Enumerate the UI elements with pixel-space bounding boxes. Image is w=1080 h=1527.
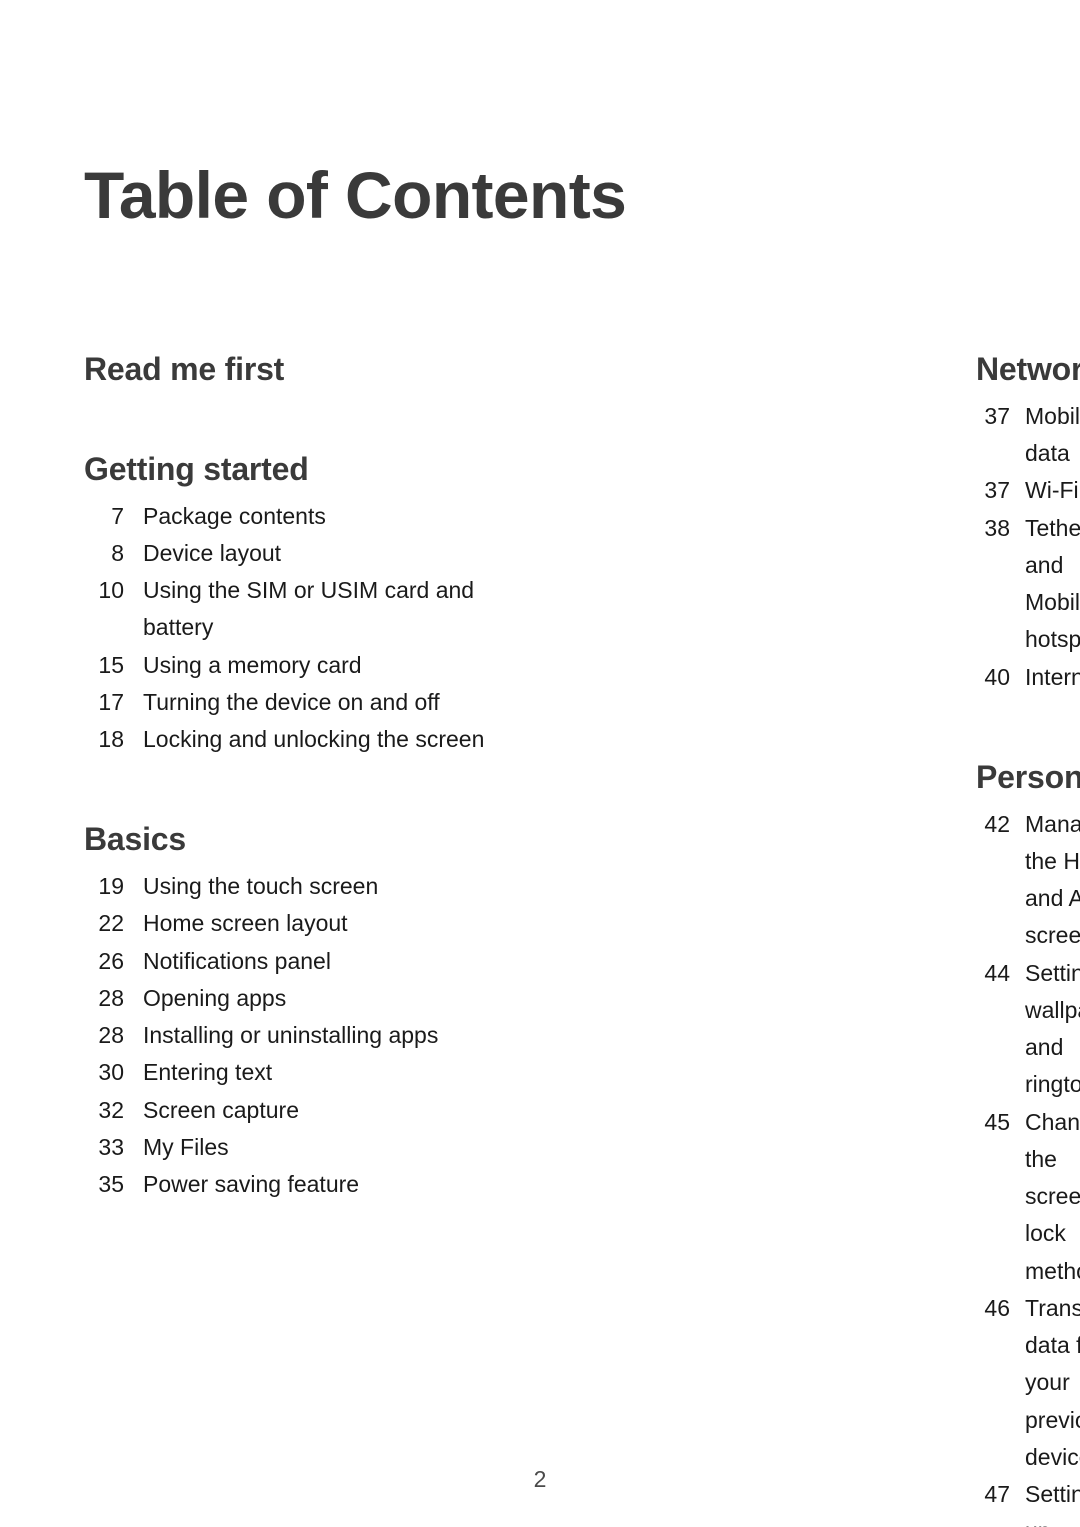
- toc-entry-page-number: 45: [984, 1108, 1010, 1135]
- toc-entry-page-number: 42: [984, 810, 1010, 837]
- toc-section-heading: Personalising: [976, 758, 1080, 795]
- toc-entry[interactable]: 26 Notifications panel: [84, 943, 495, 980]
- toc-entry-title: Home screen layout: [143, 910, 348, 937]
- toc-entry-page-number: 17: [98, 688, 124, 715]
- toc-entry-title: My Files: [143, 1133, 229, 1160]
- toc-columns: Read me first Getting started 7 Package con…: [0, 351, 1080, 1527]
- toc-entry-title: Opening apps: [143, 984, 287, 1011]
- toc-entry-page-number: 19: [98, 873, 124, 900]
- toc-entry-page-number: 35: [98, 1171, 124, 1198]
- toc-entry-page-number: 22: [98, 910, 124, 937]
- toc-section: Network connectivity 37 Mobile data 37 Wi-Fi…: [976, 351, 1080, 696]
- toc-entry[interactable]: 10 Using the SIM or USIM card and battery: [84, 572, 495, 647]
- toc-entry-title: Using the SIM or USIM card and battery: [143, 577, 475, 641]
- toc-entry-title: Notifications panel: [143, 947, 331, 974]
- toc-entry-list: 42 Managing the Home and Apps screens 44 Se…: [976, 806, 1080, 1527]
- toc-entry-page-number: 33: [98, 1133, 124, 1160]
- toc-entry-page-number: 46: [984, 1294, 1010, 1321]
- toc-entry-title: Device layout: [143, 539, 282, 566]
- toc-entry-title: Wi-Fi: [1025, 477, 1079, 504]
- toc-page: Table of Contents Read me first Getting s…: [0, 0, 1080, 1527]
- toc-section: Read me first: [84, 351, 495, 388]
- toc-entry[interactable]: 30 Entering text: [84, 1054, 495, 1091]
- toc-entry-page-number: 37: [984, 477, 1010, 504]
- toc-entry[interactable]: 44 Setting wallpaper and ringtones: [976, 955, 1080, 1104]
- toc-entry-title: Turning the device on and off: [143, 688, 440, 715]
- toc-entry-page-number: 15: [98, 651, 124, 678]
- toc-entry[interactable]: 38 Tethering and Mobile hotspot: [976, 510, 1080, 659]
- toc-section-heading: Network connectivity: [976, 351, 1080, 387]
- toc-section: Basics 19 Using the touch screen 22 Home scr…: [84, 822, 495, 1203]
- toc-entry-page-number: 40: [984, 663, 1010, 690]
- toc-column-left: Read me first Getting started 7 Package con…: [0, 351, 495, 1203]
- page-title: Table of Contents: [84, 158, 627, 233]
- toc-section: Getting started 7 Package contents 8 Device …: [84, 450, 495, 759]
- toc-entry-page-number: 44: [984, 959, 1010, 986]
- toc-entry-page-number: 28: [98, 1022, 124, 1049]
- toc-entry-title: Tethering and Mobile hotspot: [1025, 514, 1080, 653]
- toc-entry[interactable]: 46 Transferring data from your previous d…: [976, 1290, 1080, 1476]
- toc-entry[interactable]: 28 Opening apps: [84, 980, 495, 1017]
- toc-entry-title: Installing or uninstalling apps: [143, 1022, 439, 1049]
- toc-entry[interactable]: 19 Using the touch screen: [84, 868, 495, 905]
- toc-entry-title: Entering text: [143, 1059, 273, 1086]
- toc-entry-title: Locking and unlocking the screen: [143, 726, 485, 753]
- toc-section: Personalising 42 Managing the Home and App…: [976, 758, 1080, 1527]
- toc-entry-title: Changing the screen lock method: [1025, 1108, 1080, 1284]
- toc-section-heading: Read me first: [84, 351, 285, 387]
- toc-entry[interactable]: 35 Power saving feature: [84, 1166, 495, 1203]
- toc-entry[interactable]: 17 Turning the device on and off: [84, 684, 495, 721]
- toc-entry[interactable]: 40 Internet: [976, 659, 1080, 696]
- toc-entry-page-number: 18: [98, 726, 124, 753]
- toc-entry-title: Screen capture: [143, 1096, 299, 1123]
- toc-entry-list: 7 Package contents 8 Device layout 10 Using t…: [84, 498, 495, 759]
- toc-entry[interactable]: 33 My Files: [84, 1129, 495, 1166]
- toc-entry[interactable]: 15 Using a memory card: [84, 647, 495, 684]
- toc-entry-title: Package contents: [143, 502, 326, 529]
- toc-entry-title: Managing the Home and Apps screens: [1025, 810, 1080, 949]
- toc-entry-title: Setting wallpaper and ringtones: [1025, 959, 1080, 1098]
- toc-entry-page-number: 10: [98, 577, 124, 604]
- toc-entry-page-number: 7: [111, 502, 124, 529]
- toc-entry-page-number: 8: [111, 539, 124, 566]
- toc-entry-list: 19 Using the touch screen 22 Home screen la…: [84, 868, 495, 1203]
- toc-entry-title: Mobile data: [1025, 402, 1080, 467]
- toc-column-right: Network connectivity 37 Mobile data 37 Wi-Fi…: [495, 351, 1080, 1527]
- toc-entry-page-number: 26: [98, 947, 124, 974]
- toc-entry[interactable]: 37 Mobile data: [976, 398, 1080, 473]
- toc-entry[interactable]: 7 Package contents: [84, 498, 495, 535]
- footer-page-number: 2: [533, 1466, 547, 1492]
- toc-entry-title: Internet: [1025, 663, 1080, 690]
- toc-entry-page-number: 38: [984, 514, 1010, 541]
- toc-section-heading: Getting started: [84, 450, 309, 487]
- toc-entry-page-number: 28: [98, 984, 124, 1011]
- toc-entry[interactable]: 22 Home screen layout: [84, 905, 495, 942]
- toc-entry[interactable]: 8 Device layout: [84, 535, 495, 572]
- toc-entry-page-number: 32: [98, 1096, 124, 1123]
- toc-entry-title: Using the touch screen: [143, 873, 379, 900]
- toc-entry-list: 37 Mobile data 37 Wi-Fi 38 Tethering and Mobi…: [976, 398, 1080, 696]
- toc-entry-page-number: 30: [98, 1059, 124, 1086]
- toc-entry-title: Power saving feature: [143, 1171, 360, 1198]
- toc-entry[interactable]: 32 Screen capture: [84, 1092, 495, 1129]
- toc-entry-title: Transferring data from your previous dev…: [1025, 1294, 1080, 1470]
- toc-entry-page-number: 37: [984, 402, 1010, 429]
- toc-entry[interactable]: 37 Wi-Fi: [976, 472, 1080, 509]
- toc-entry[interactable]: 18 Locking and unlocking the screen: [84, 721, 495, 758]
- toc-section-heading: Basics: [84, 821, 186, 858]
- toc-entry[interactable]: 28 Installing or uninstalling apps: [84, 1017, 495, 1054]
- toc-entry[interactable]: 42 Managing the Home and Apps screens: [976, 806, 1080, 955]
- toc-entry[interactable]: 45 Changing the screen lock method: [976, 1104, 1080, 1290]
- toc-entry-title: Using a memory card: [143, 651, 362, 678]
